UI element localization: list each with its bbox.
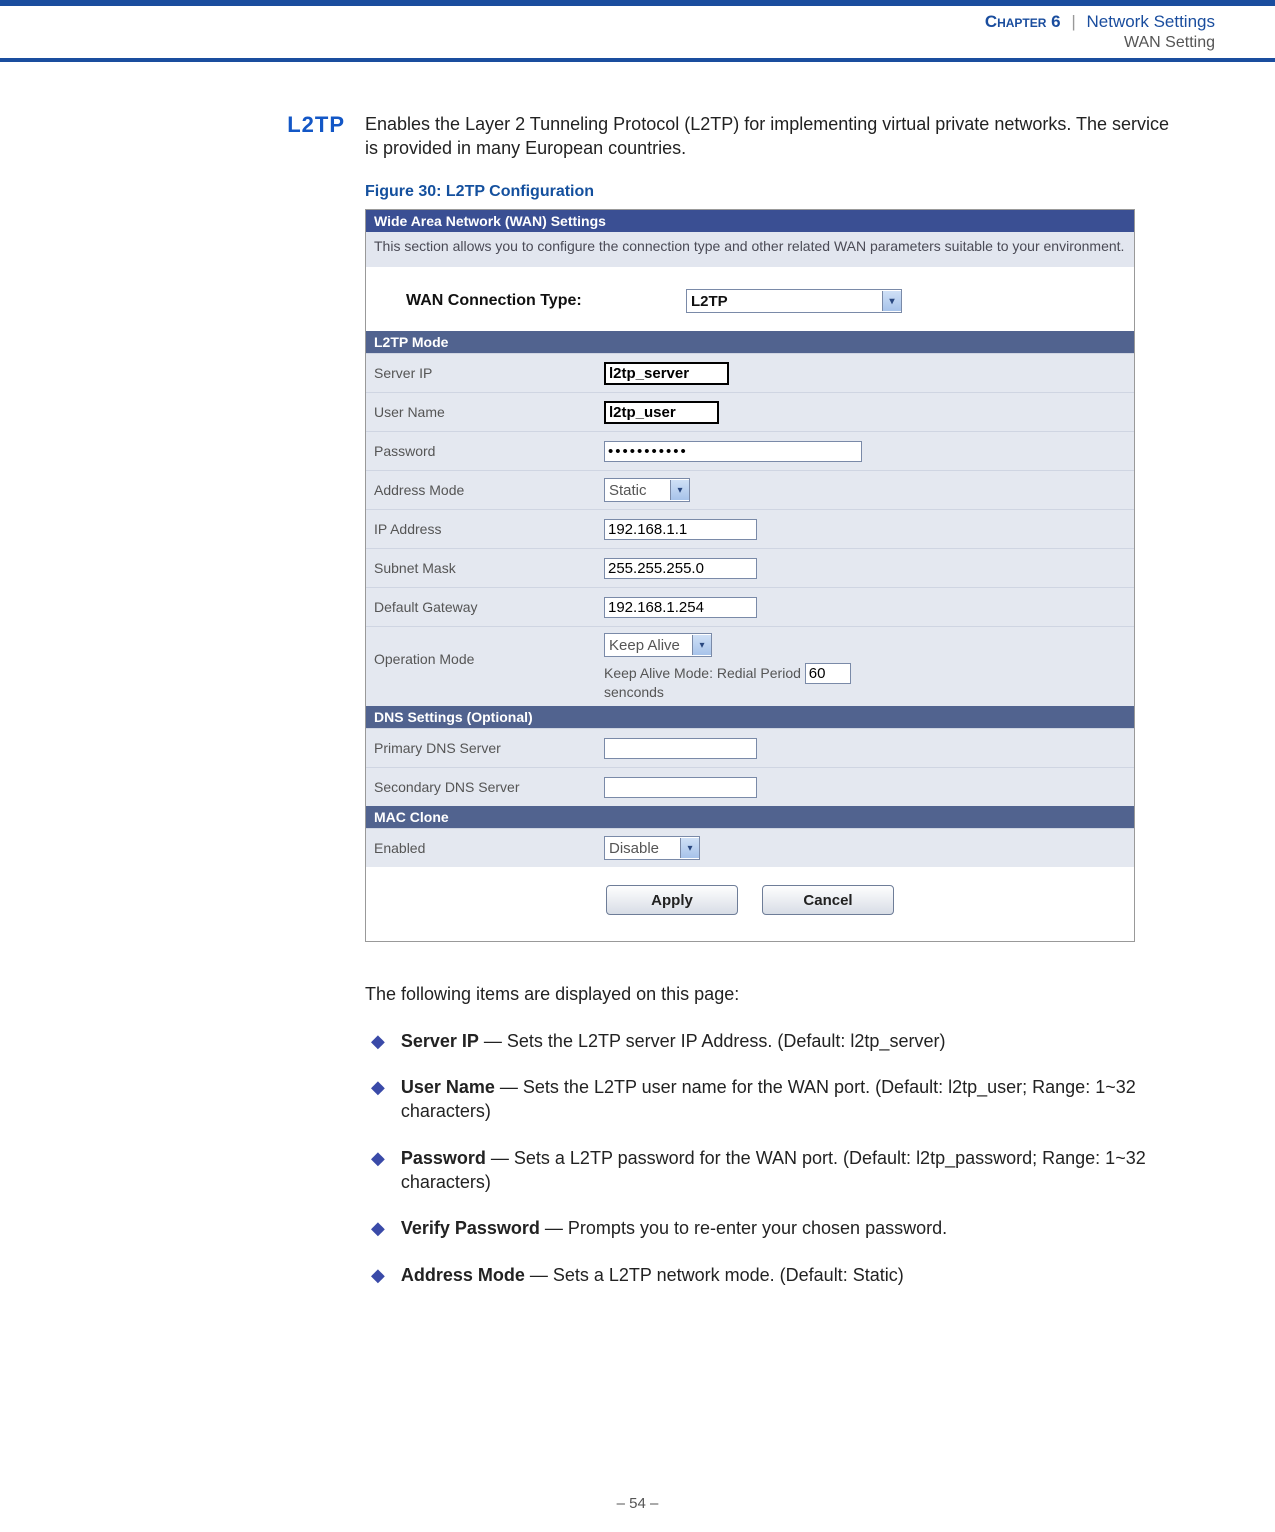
page-header: Chapter 6 | Network Settings WAN Setting <box>0 6 1275 62</box>
mac-enabled-label: Enabled <box>374 840 604 856</box>
dropdown-icon: ▾ <box>692 635 711 655</box>
bullet-icon: ◆ <box>371 1075 385 1099</box>
bullet-icon: ◆ <box>371 1029 385 1053</box>
list-item: ◆ Address Mode — Sets a L2TP network mod… <box>365 1263 1185 1287</box>
dropdown-icon: ▾ <box>882 291 901 311</box>
address-mode-value: Static <box>609 482 647 499</box>
intro-paragraph: Enables the Layer 2 Tunneling Protocol (… <box>365 112 1185 161</box>
list-item: ◆ User Name — Sets the L2TP user name fo… <box>365 1075 1185 1124</box>
section-mac: MAC Clone <box>366 806 1134 828</box>
panel-title: Wide Area Network (WAN) Settings <box>366 210 1134 232</box>
keepalive-unit: senconds <box>604 684 664 700</box>
ip-address-label: IP Address <box>374 521 604 537</box>
gateway-input[interactable] <box>604 597 757 618</box>
server-ip-label: Server IP <box>374 365 604 381</box>
separator: | <box>1071 12 1075 31</box>
server-ip-input[interactable] <box>604 362 729 385</box>
subnet-mask-input[interactable] <box>604 558 757 579</box>
mac-enabled-value: Disable <box>609 840 659 857</box>
password-input[interactable] <box>604 441 862 462</box>
user-name-label: User Name <box>374 404 604 420</box>
subnet-mask-label: Subnet Mask <box>374 560 604 576</box>
page-number: – 54 – <box>0 1495 1275 1512</box>
address-mode-label: Address Mode <box>374 482 604 498</box>
operation-mode-select[interactable]: Keep Alive ▾ <box>604 633 712 657</box>
wan-type-label: WAN Connection Type: <box>406 292 686 310</box>
config-screenshot: Wide Area Network (WAN) Settings This se… <box>365 209 1135 943</box>
parameter-list: ◆ Server IP — Sets the L2TP server IP Ad… <box>365 1029 1185 1287</box>
redial-period-input[interactable] <box>805 663 851 684</box>
cancel-button[interactable]: Cancel <box>762 885 894 915</box>
panel-info: This section allows you to configure the… <box>366 232 1134 268</box>
bullet-icon: ◆ <box>371 1263 385 1287</box>
list-item: ◆ Password — Sets a L2TP password for th… <box>365 1146 1185 1195</box>
operation-mode-label: Operation Mode <box>374 633 604 667</box>
list-item: ◆ Server IP — Sets the L2TP server IP Ad… <box>365 1029 1185 1053</box>
wan-type-value: L2TP <box>691 293 728 310</box>
secondary-dns-input[interactable] <box>604 777 757 798</box>
section-heading: L2TP <box>0 112 345 138</box>
chapter-title: Network Settings <box>1087 12 1216 31</box>
primary-dns-label: Primary DNS Server <box>374 740 604 756</box>
following-text: The following items are displayed on thi… <box>365 982 1185 1006</box>
password-label: Password <box>374 443 604 459</box>
bullet-icon: ◆ <box>371 1216 385 1240</box>
keepalive-text: Keep Alive Mode: Redial Period <box>604 665 801 681</box>
figure-caption: Figure 30: L2TP Configuration <box>365 183 1185 201</box>
section-l2tp: L2TP Mode <box>366 331 1134 353</box>
wan-type-select[interactable]: L2TP ▾ <box>686 289 902 313</box>
address-mode-select[interactable]: Static ▾ <box>604 478 690 502</box>
chapter-label: Chapter 6 <box>985 12 1061 31</box>
bullet-icon: ◆ <box>371 1146 385 1170</box>
mac-enabled-select[interactable]: Disable ▾ <box>604 836 700 860</box>
operation-mode-value: Keep Alive <box>609 637 680 654</box>
secondary-dns-label: Secondary DNS Server <box>374 779 604 795</box>
dropdown-icon: ▾ <box>680 838 699 858</box>
apply-button[interactable]: Apply <box>606 885 738 915</box>
list-item: ◆ Verify Password — Prompts you to re-en… <box>365 1216 1185 1240</box>
user-name-input[interactable] <box>604 401 719 424</box>
ip-address-input[interactable] <box>604 519 757 540</box>
chapter-subtitle: WAN Setting <box>1124 34 1215 51</box>
primary-dns-input[interactable] <box>604 738 757 759</box>
dropdown-icon: ▾ <box>670 480 689 500</box>
gateway-label: Default Gateway <box>374 599 604 615</box>
section-dns: DNS Settings (Optional) <box>366 706 1134 728</box>
